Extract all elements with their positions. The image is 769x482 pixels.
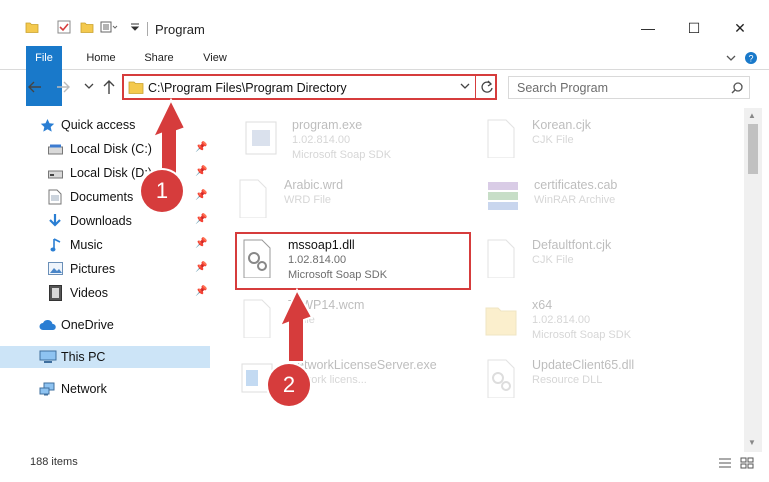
arrow-2-icon xyxy=(278,287,314,363)
annotation-arrows xyxy=(151,97,314,363)
arrow-1-icon xyxy=(151,97,187,179)
annotation-badge-1: 1 xyxy=(141,170,183,212)
annotation-badge-2: 2 xyxy=(268,364,310,406)
